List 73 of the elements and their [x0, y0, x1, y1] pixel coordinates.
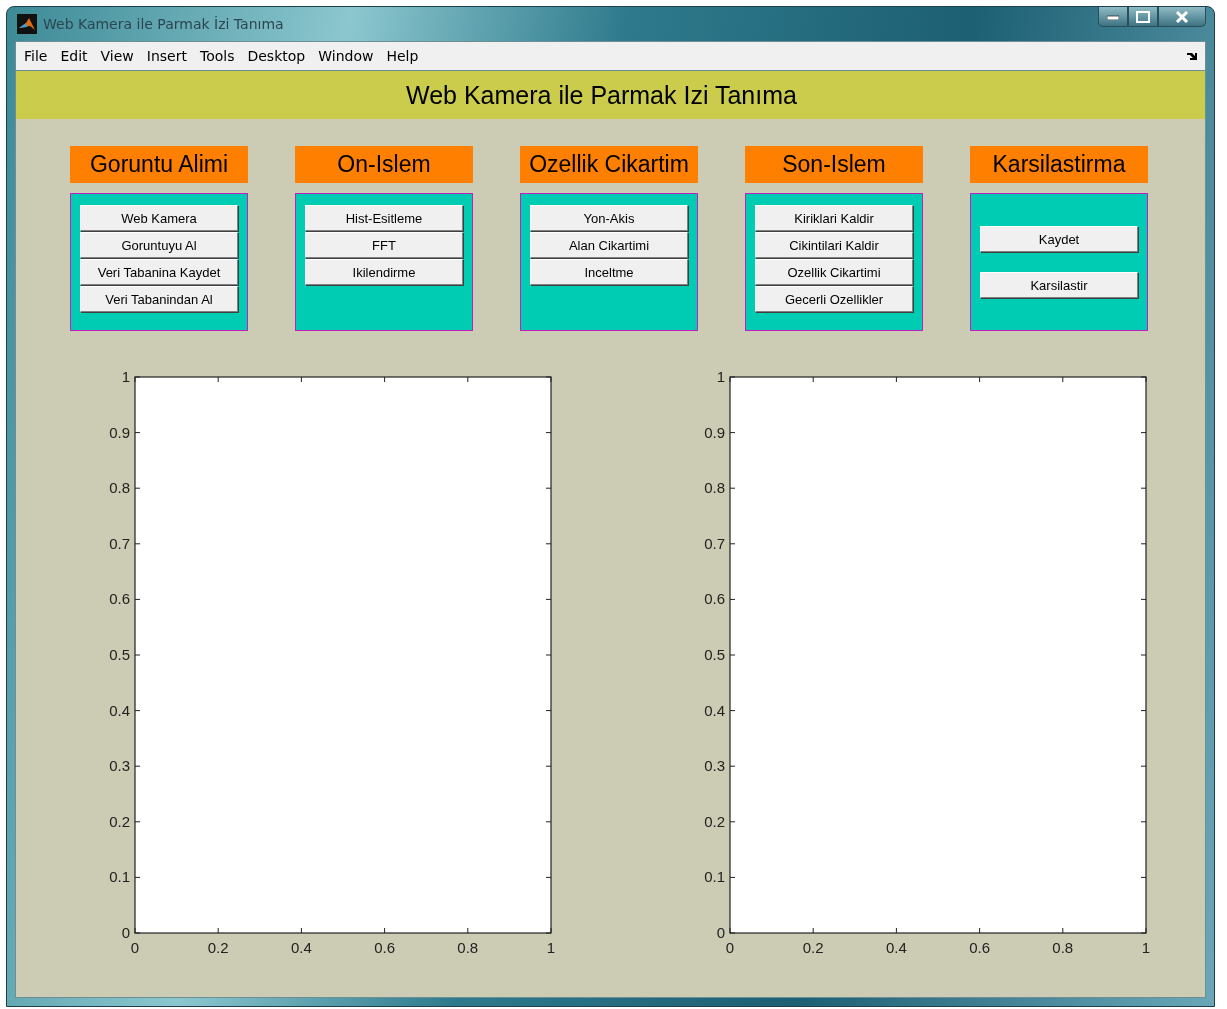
push-button[interactable]: Ikilendirme: [305, 259, 463, 285]
y-tick-label: 0.4: [704, 701, 725, 719]
menu-item[interactable]: Edit: [60, 48, 95, 64]
menu-item[interactable]: Desktop: [247, 48, 313, 64]
x-tick-label: 1: [546, 939, 556, 956]
y-tick-label: 0.9: [704, 423, 725, 441]
y-tick-label: 0.2: [109, 812, 130, 830]
minimize-button[interactable]: [1098, 7, 1128, 27]
minimize-icon: [1107, 13, 1119, 20]
menu-item[interactable]: Help: [386, 48, 426, 64]
x-tick-label: 0.4: [885, 939, 907, 956]
y-tick-label: 0: [716, 924, 725, 941]
push-button[interactable]: Ozellik Cikartimi: [755, 259, 913, 285]
push-button[interactable]: Web Kamera: [80, 205, 238, 231]
menu-item[interactable]: View: [100, 48, 141, 64]
menu-item[interactable]: Insert: [146, 48, 194, 64]
push-button[interactable]: Veri Tabanina Kaydet: [80, 259, 238, 285]
panel-title: On-Islem: [295, 146, 473, 183]
x-tick-label: 0.2: [802, 939, 824, 956]
push-button[interactable]: Goruntuyu Al: [80, 232, 238, 258]
x-tick-label: 0.6: [374, 939, 396, 956]
dock-arrow-icon[interactable]: [1187, 51, 1197, 61]
y-tick-label: 0.6: [109, 590, 130, 608]
close-button[interactable]: [1158, 7, 1206, 27]
x-tick-label: 0.4: [290, 939, 312, 956]
header-title: Web Kamera ile Parmak Izi Tanıma: [406, 80, 797, 110]
y-tick-label: 0.8: [109, 479, 130, 497]
window-title: Web Kamera ile Parmak İzi Tanıma: [43, 16, 284, 32]
panel-title: Goruntu Alimi: [70, 146, 248, 183]
menu-item[interactable]: Window: [318, 48, 381, 64]
x-tick-label: 0.8: [457, 939, 479, 956]
y-tick-label: 0.5: [109, 646, 130, 663]
y-tick-label: 0.3: [704, 757, 725, 775]
push-button[interactable]: Yon-Akis: [530, 205, 688, 231]
x-tick-label: 1: [1141, 939, 1151, 956]
push-button[interactable]: Kiriklari Kaldir: [755, 205, 913, 231]
y-tick-label: 0.2: [704, 812, 725, 830]
y-tick-label: 0.4: [109, 701, 130, 719]
app-icon: [17, 14, 37, 34]
push-button[interactable]: FFT: [305, 232, 463, 258]
push-button[interactable]: Kaydet: [980, 226, 1138, 252]
x-tick-label: 0: [130, 939, 140, 956]
push-button[interactable]: Veri Tabanindan Al: [80, 286, 238, 312]
y-tick-label: 0.7: [704, 534, 725, 552]
panel-title: Ozellik Cikartim: [520, 146, 698, 183]
close-icon: [1175, 10, 1189, 23]
y-tick-label: 0.5: [704, 646, 725, 663]
push-button[interactable]: Alan Cikartimi: [530, 232, 688, 258]
maximize-button[interactable]: [1128, 7, 1158, 27]
y-tick-label: 0.1: [109, 868, 130, 886]
y-tick-label: 0.7: [109, 534, 130, 552]
x-tick-label: 0.6: [969, 939, 991, 956]
y-tick-label: 0.1: [704, 868, 725, 886]
y-tick-label: 0.3: [109, 757, 130, 775]
y-tick-label: 0.9: [109, 423, 130, 441]
panel-title: Karsilastirma: [970, 146, 1148, 183]
y-tick-label: 1: [716, 368, 725, 385]
y-tick-label: 0.6: [704, 590, 725, 608]
push-button[interactable]: Inceltme: [530, 259, 688, 285]
x-tick-label: 0: [725, 939, 735, 956]
menu-item[interactable]: Tools: [199, 48, 242, 64]
menu-item[interactable]: File: [24, 48, 55, 64]
y-tick-label: 1: [121, 368, 130, 385]
panel-title: Son-Islem: [745, 146, 923, 183]
y-tick-label: 0.8: [704, 479, 725, 497]
push-button[interactable]: Cikintilari Kaldir: [755, 232, 913, 258]
x-tick-label: 0.8: [1052, 939, 1074, 956]
maximize-icon: [1136, 10, 1150, 23]
y-tick-label: 0: [121, 924, 130, 941]
push-button[interactable]: Gecerli Ozellikler: [755, 286, 913, 312]
push-button[interactable]: Hist-Esitleme: [305, 205, 463, 231]
push-button[interactable]: Karsilastir: [980, 272, 1138, 298]
x-tick-label: 0.2: [207, 939, 229, 956]
